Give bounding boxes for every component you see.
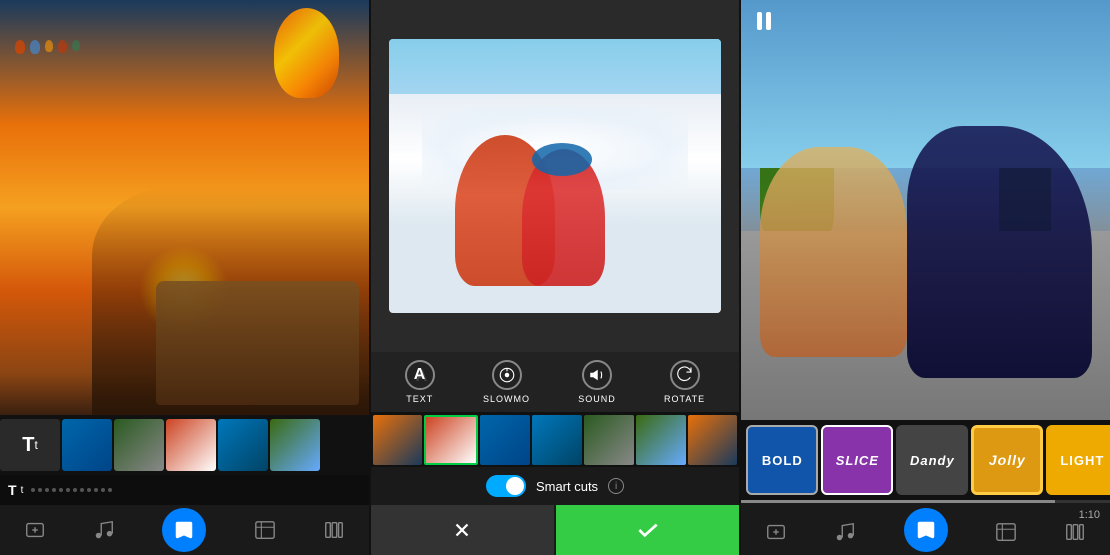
filter-dandy[interactable]: Dandy: [896, 425, 968, 495]
skate-background: [741, 0, 1110, 420]
video-area-2: [371, 0, 740, 352]
film-thumb-2-active[interactable]: [424, 415, 478, 465]
person-skate-1: [760, 147, 907, 357]
snow-background: [371, 0, 740, 352]
text-icon: A: [405, 360, 435, 390]
text-tool[interactable]: A TEXT: [405, 360, 435, 404]
video-area-1: [0, 0, 369, 415]
panel-balloon: T t T t: [0, 0, 369, 555]
film-thumb-4[interactable]: [532, 415, 582, 465]
add-clip-button[interactable]: [24, 519, 46, 541]
text-tool-T: T: [22, 434, 34, 457]
music-3[interactable]: [834, 521, 856, 543]
text-duration-dots: [31, 488, 112, 492]
film-thumb-7[interactable]: [688, 415, 738, 465]
filter-bold[interactable]: BOLD: [746, 425, 818, 495]
basket: [156, 281, 359, 406]
slowmo-icon: [492, 360, 522, 390]
filter-slice[interactable]: SLICE: [821, 425, 893, 495]
text-T-icon: T: [8, 482, 17, 498]
action-bar-1: [0, 505, 369, 555]
settings-button[interactable]: [323, 519, 345, 541]
filter-jolly-label: Jolly: [989, 452, 1026, 468]
cancel-button[interactable]: [371, 505, 554, 555]
filmstrip-2: [371, 412, 740, 467]
text-t-icon: t: [21, 485, 24, 496]
gallery-button[interactable]: [254, 519, 276, 541]
video-frame: [389, 39, 721, 314]
save-fab-3[interactable]: [904, 508, 948, 552]
balloon-background: [0, 0, 369, 415]
pause-bar-2: [766, 12, 771, 30]
rotate-label: ROTATE: [664, 394, 705, 404]
thumb-5[interactable]: [270, 419, 320, 471]
text-A: A: [414, 366, 426, 384]
sound-label: SOUND: [578, 394, 616, 404]
thumb-1[interactable]: [62, 419, 112, 471]
filmstrip-1: T t: [0, 415, 369, 475]
filter-light[interactable]: LIGHT: [1046, 425, 1110, 495]
filter-strip: BOLD SLICE Dandy Jolly LIGHT: [741, 420, 1110, 500]
slowmo-label: SLOWMO: [483, 394, 530, 404]
text-tool-t: t: [34, 438, 37, 452]
text-tool-box[interactable]: T t: [0, 419, 60, 471]
time-label: 1:10: [1079, 509, 1100, 521]
text-label: TEXT: [406, 394, 433, 404]
filter-slice-label: SLICE: [836, 453, 879, 468]
film-thumb-1[interactable]: [373, 415, 423, 465]
pause-bar-1: [757, 12, 762, 30]
thumb-4[interactable]: [218, 419, 268, 471]
filter-light-label: LIGHT: [1060, 453, 1104, 468]
tools-bar: A TEXT SLOWMO SOUND: [371, 352, 740, 412]
filter-jolly[interactable]: Jolly: [971, 425, 1043, 495]
slowmo-tool[interactable]: SLOWMO: [483, 360, 530, 404]
text-edit-row: T t: [0, 475, 369, 505]
panel-snow: A TEXT SLOWMO SOUND: [369, 0, 740, 555]
confirm-button[interactable]: [556, 505, 739, 555]
action-bar-3: 1:10: [741, 500, 1110, 555]
pause-button[interactable]: [751, 8, 777, 34]
small-balloons: [15, 40, 115, 54]
person-skate-2: [907, 126, 1091, 378]
add-clip-3[interactable]: [765, 521, 787, 543]
film-thumb-3[interactable]: [480, 415, 530, 465]
smart-cuts-label: Smart cuts: [536, 479, 598, 494]
film-thumb-6[interactable]: [636, 415, 686, 465]
main-balloon: [274, 8, 339, 98]
panel-skate: BOLD SLICE Dandy Jolly LIGHT 1:10: [739, 0, 1110, 555]
smart-cuts-row: Smart cuts i: [371, 467, 740, 505]
progress-bar: [741, 500, 1110, 503]
confirm-bar: [371, 505, 740, 555]
smart-cuts-toggle[interactable]: [486, 475, 526, 497]
sound-icon: [582, 360, 612, 390]
thumb-3[interactable]: [166, 419, 216, 471]
thumb-2[interactable]: [114, 419, 164, 471]
rotate-icon: [670, 360, 700, 390]
rotate-tool[interactable]: ROTATE: [664, 360, 705, 404]
music-button[interactable]: [93, 519, 115, 541]
filter-bold-label: BOLD: [762, 453, 803, 468]
progress-fill: [741, 500, 1054, 503]
video-area-3: [741, 0, 1110, 420]
gallery-3[interactable]: [995, 521, 1017, 543]
settings-3[interactable]: [1064, 521, 1086, 543]
film-thumb-5[interactable]: [584, 415, 634, 465]
toggle-thumb: [506, 477, 524, 495]
info-icon[interactable]: i: [608, 478, 624, 494]
save-fab-1[interactable]: [162, 508, 206, 552]
goggles: [532, 143, 592, 176]
sound-tool[interactable]: SOUND: [578, 360, 616, 404]
filter-dandy-label: Dandy: [910, 453, 955, 468]
text-label-box: T t: [8, 482, 23, 498]
